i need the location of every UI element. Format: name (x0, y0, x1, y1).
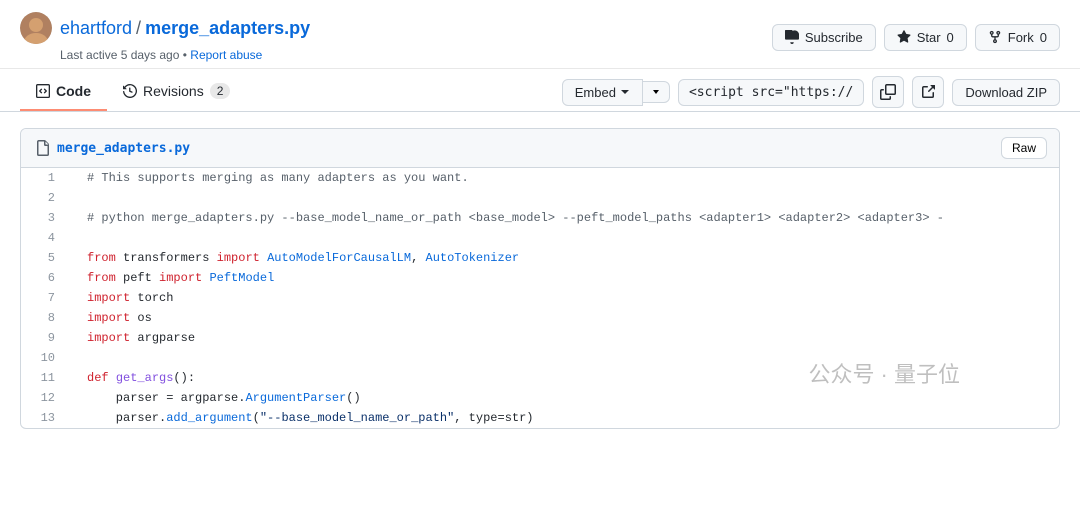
file-container: merge_adapters.py Raw 1 # This supports … (20, 128, 1060, 429)
download-label: Download ZIP (965, 85, 1047, 100)
embed-label: Embed (575, 85, 616, 100)
table-row: 6 from peft import PeftModel (21, 268, 1059, 288)
line-code: from transformers import AutoModelForCau… (71, 248, 1059, 268)
line-number: 1 (21, 168, 71, 188)
tab-revisions[interactable]: Revisions 2 (107, 73, 246, 111)
code-icon (36, 84, 50, 98)
page-header: ehartford / merge_adapters.py Last activ… (0, 0, 1080, 69)
last-active: Last active 5 days ago • Report abuse (60, 48, 310, 62)
star-label: Star (917, 30, 941, 45)
gist-filename[interactable]: merge_adapters.py (145, 18, 310, 39)
code-table: 1 # This supports merging as many adapte… (21, 168, 1059, 428)
table-row: 5 from transformers import AutoModelForC… (21, 248, 1059, 268)
code-area: 1 # This supports merging as many adapte… (21, 168, 1059, 428)
line-code: from peft import PeftModel (71, 268, 1059, 288)
line-code: parser = argparse.ArgumentParser() (71, 388, 1059, 408)
line-number: 13 (21, 408, 71, 428)
line-number: 3 (21, 208, 71, 228)
username[interactable]: ehartford (60, 18, 132, 39)
line-code: import torch (71, 288, 1059, 308)
line-code: # This supports merging as many adapters… (71, 168, 1059, 188)
user-info: ehartford / merge_adapters.py (20, 12, 310, 44)
line-number: 5 (21, 248, 71, 268)
line-number: 4 (21, 228, 71, 248)
chevron-down-icon (620, 87, 630, 97)
external-link-icon (920, 84, 936, 100)
copy-icon (880, 84, 896, 100)
line-code: # python merge_adapters.py --base_model_… (71, 208, 1059, 228)
tab-code[interactable]: Code (20, 73, 107, 111)
header-left: ehartford / merge_adapters.py Last activ… (20, 12, 310, 62)
script-src-text: <script src="https:// (689, 85, 853, 100)
tab-revisions-label: Revisions (143, 83, 204, 99)
subscribe-button[interactable]: Subscribe (772, 24, 876, 51)
line-code: import argparse (71, 328, 1059, 348)
line-code: def get_args(): (71, 368, 1059, 388)
table-row: 1 # This supports merging as many adapte… (21, 168, 1059, 188)
breadcrumb-separator: / (136, 18, 141, 39)
tabs-left: Code Revisions 2 (20, 73, 246, 111)
line-number: 8 (21, 308, 71, 328)
table-row: 10 (21, 348, 1059, 368)
line-code: parser.add_argument("--base_model_name_o… (71, 408, 1059, 428)
file-header: merge_adapters.py Raw (21, 129, 1059, 168)
raw-label: Raw (1012, 141, 1036, 155)
line-number: 7 (21, 288, 71, 308)
file-name[interactable]: merge_adapters.py (57, 141, 190, 156)
line-number: 9 (21, 328, 71, 348)
star-count: 0 (947, 30, 954, 45)
line-number: 10 (21, 348, 71, 368)
line-number: 11 (21, 368, 71, 388)
tab-code-label: Code (56, 83, 91, 99)
table-row: 13 parser.add_argument("--base_model_nam… (21, 408, 1059, 428)
embed-dropdown-button[interactable] (643, 81, 670, 103)
revisions-count-badge: 2 (210, 83, 231, 99)
line-number: 6 (21, 268, 71, 288)
script-src-display[interactable]: <script src="https:// (678, 79, 864, 106)
breadcrumb: ehartford / merge_adapters.py (60, 18, 310, 39)
table-row: 11 def get_args(): (21, 368, 1059, 388)
caret-down-icon (651, 87, 661, 97)
tabs-bar: Code Revisions 2 Embed (0, 73, 1080, 112)
bell-icon (785, 30, 799, 44)
header-actions: Subscribe Star 0 Fork 0 (772, 24, 1060, 51)
line-code (71, 188, 1059, 208)
fork-button[interactable]: Fork 0 (975, 24, 1060, 51)
line-number: 2 (21, 188, 71, 208)
line-code: import os (71, 308, 1059, 328)
table-row: 2 (21, 188, 1059, 208)
embed-group: Embed (562, 79, 670, 106)
line-number: 12 (21, 388, 71, 408)
table-row: 7 import torch (21, 288, 1059, 308)
line-code (71, 228, 1059, 248)
embed-button[interactable]: Embed (562, 79, 643, 106)
history-icon (123, 84, 137, 98)
avatar (20, 12, 52, 44)
line-code (71, 348, 1059, 368)
file-header-left: merge_adapters.py (33, 140, 190, 156)
table-row: 3 # python merge_adapters.py --base_mode… (21, 208, 1059, 228)
file-code-icon (33, 140, 49, 156)
copy-button[interactable] (872, 76, 904, 108)
report-abuse-link[interactable]: Report abuse (190, 48, 262, 62)
table-row: 12 parser = argparse.ArgumentParser() (21, 388, 1059, 408)
download-button[interactable]: Download ZIP (952, 79, 1060, 106)
tabs-right: Embed <script src="https:// Download (562, 76, 1060, 108)
subscribe-label: Subscribe (805, 30, 863, 45)
fork-icon (988, 30, 1002, 44)
table-row: 8 import os (21, 308, 1059, 328)
table-row: 9 import argparse (21, 328, 1059, 348)
fork-count: 0 (1040, 30, 1047, 45)
table-row: 4 (21, 228, 1059, 248)
open-raw-button[interactable] (912, 76, 944, 108)
star-button[interactable]: Star 0 (884, 24, 967, 51)
fork-label: Fork (1008, 30, 1034, 45)
star-icon (897, 30, 911, 44)
raw-button[interactable]: Raw (1001, 137, 1047, 159)
